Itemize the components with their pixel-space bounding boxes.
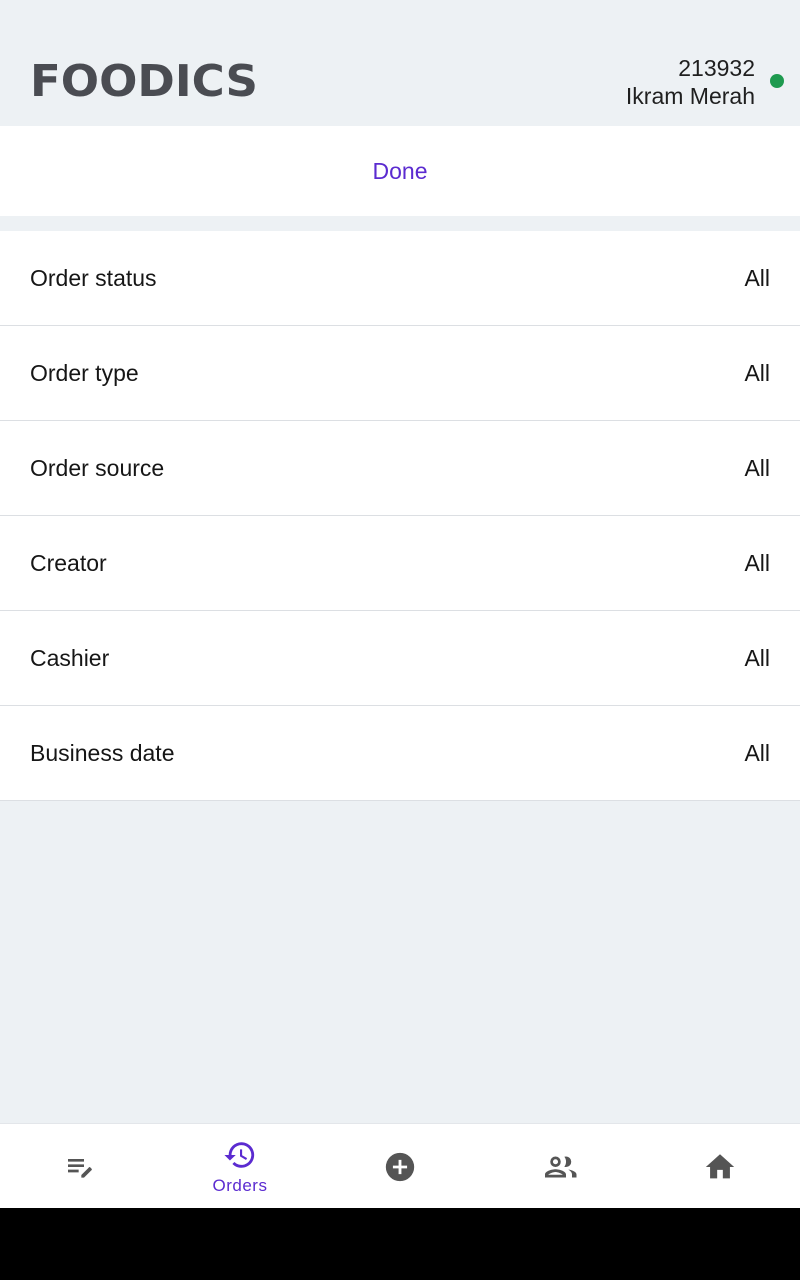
user-id: 213932 xyxy=(678,55,755,81)
people-icon xyxy=(545,1156,577,1177)
user-info: 213932 Ikram Merah xyxy=(626,54,755,110)
filter-label: Business date xyxy=(30,739,175,766)
tab-home[interactable] xyxy=(640,1124,800,1209)
filter-value: All xyxy=(744,264,770,291)
filter-value: All xyxy=(744,739,770,766)
tab-add[interactable] xyxy=(320,1124,480,1209)
filter-value: All xyxy=(744,454,770,481)
filter-row-cashier[interactable]: Cashier All xyxy=(0,611,800,706)
filter-row-creator[interactable]: Creator All xyxy=(0,516,800,611)
home-icon xyxy=(705,1153,735,1178)
edit-list-icon xyxy=(68,1158,92,1178)
filter-row-order-type[interactable]: Order type All xyxy=(0,326,800,421)
bottom-tab-bar: Orders xyxy=(0,1123,800,1209)
svg-text:FOODICS: FOODICS xyxy=(30,60,258,100)
filter-row-business-date[interactable]: Business date All xyxy=(0,706,800,801)
add-circle-icon xyxy=(385,1152,415,1181)
tab-customers[interactable] xyxy=(480,1124,640,1209)
foodics-logo: FOODICS xyxy=(30,60,258,100)
filter-label: Cashier xyxy=(30,644,110,671)
tab-orders-label: Orders xyxy=(212,1175,268,1195)
filter-label: Order source xyxy=(30,454,165,481)
filter-label: Order type xyxy=(30,359,139,386)
system-nav-bar xyxy=(0,1208,800,1280)
done-button[interactable]: Done xyxy=(373,158,428,185)
filter-row-order-status[interactable]: Order status All xyxy=(0,231,800,326)
history-icon xyxy=(224,1141,255,1168)
filter-value: All xyxy=(744,644,770,671)
user-name: Ikram Merah xyxy=(625,83,755,109)
tab-edit-list[interactable] xyxy=(0,1124,160,1209)
online-status-dot xyxy=(770,74,784,88)
filter-list: Order status All Order type All Order so… xyxy=(0,231,800,801)
filter-label: Creator xyxy=(30,549,107,576)
filter-value: All xyxy=(744,359,770,386)
filter-label: Order status xyxy=(30,264,157,291)
filter-row-order-source[interactable]: Order source All xyxy=(0,421,800,516)
filter-value: All xyxy=(744,549,770,576)
done-bar: Done xyxy=(0,126,800,216)
app-header: FOODICS 213932 Ikram Merah xyxy=(0,0,800,126)
tab-orders[interactable]: Orders xyxy=(160,1124,320,1209)
